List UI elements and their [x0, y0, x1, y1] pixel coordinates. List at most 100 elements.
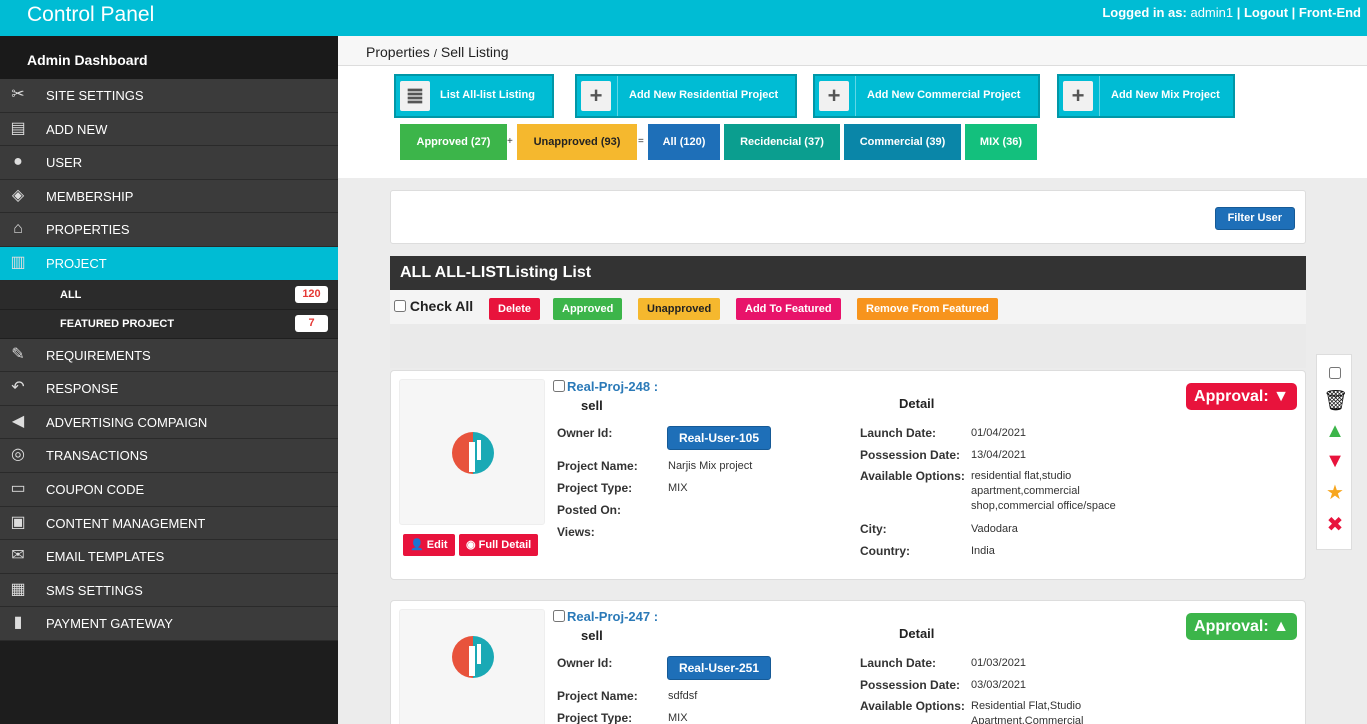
available-options-label: Available Options:	[860, 469, 965, 483]
project-thumbnail[interactable]	[399, 379, 545, 525]
sidebar-item-project[interactable]: ▥ PROJECT	[0, 246, 338, 281]
sidebar-item-user[interactable]: ● USER	[0, 146, 338, 180]
sidebar-item-label: USER	[46, 155, 83, 171]
check-all[interactable]: Check All	[394, 298, 473, 314]
filter-panel: Filter User	[390, 190, 1306, 244]
sidebar-subitem-all[interactable]: ALL 120	[0, 280, 338, 310]
project-type-label: Project Type:	[557, 481, 633, 495]
add-commercial-button[interactable]: + Add New Commercial Project	[813, 74, 1040, 118]
breadcrumb-parent[interactable]: Properties	[366, 44, 430, 60]
button-divider	[855, 76, 856, 116]
available-options-line2: Apartment,Commercial	[971, 715, 1084, 724]
logout-link[interactable]: Logout	[1244, 5, 1288, 20]
stat-equals: =	[638, 136, 644, 147]
toolbar-area: ≣ List All-list Listing + Add New Reside…	[338, 66, 1367, 178]
sidebar-item-site-settings[interactable]: ✂ SITE SETTINGS	[0, 79, 338, 113]
add-commercial-label: Add New Commercial Project	[867, 89, 1021, 101]
launch-date-label: Launch Date:	[860, 656, 937, 670]
count-badge: 120	[295, 285, 328, 303]
sidebar-item-transactions[interactable]: ◎ TRANSACTIONS	[0, 439, 338, 473]
edit-label: Edit	[426, 539, 448, 551]
sidebar-item-response[interactable]: ↶ RESPONSE	[0, 372, 338, 406]
available-options-line1: residential flat,studio	[971, 470, 1072, 482]
thumbs-down-icon[interactable]: ▼	[1323, 449, 1347, 473]
delete-button[interactable]: Delete	[489, 298, 541, 320]
sidebar-item-label: TRANSACTIONS	[46, 448, 148, 464]
owner-button[interactable]: Real-User-251	[667, 656, 771, 680]
approval-label: Approval:	[1194, 618, 1269, 635]
owner-id-label: Owner Id:	[557, 656, 613, 670]
add-residential-button[interactable]: + Add New Residential Project	[575, 74, 797, 118]
sidebar-item-label: MEMBERSHIP	[46, 188, 134, 204]
sidebar-item-label: PROPERTIES	[46, 222, 130, 238]
select-checkbox[interactable]	[1323, 361, 1347, 385]
project-id[interactable]: Real-Proj-248 :	[553, 379, 658, 394]
sidebar-item-content-management[interactable]: ▣ CONTENT MANAGEMENT	[0, 506, 338, 541]
sidebar-item-requirements[interactable]: ✎ REQUIREMENTS	[0, 338, 338, 373]
country-label: Country:	[860, 544, 910, 558]
project-thumbnail[interactable]	[399, 609, 545, 724]
sidebar-item-add-new[interactable]: ▤ ADD NEW	[0, 112, 338, 147]
owner-id-label: Owner Id:	[557, 426, 613, 440]
select-checkbox-input[interactable]	[1329, 367, 1341, 379]
plus-icon: +	[1063, 81, 1093, 111]
button-divider	[1099, 76, 1100, 116]
available-options-line1: Residential Flat,Studio	[971, 700, 1082, 712]
project-id[interactable]: Real-Proj-247 :	[553, 609, 658, 624]
approval-status-badge[interactable]: Approval: ▼	[1186, 383, 1297, 410]
stat-approved[interactable]: Approved (27)	[400, 124, 507, 160]
approval-status-badge[interactable]: Approval: ▲	[1186, 613, 1297, 640]
sidebar-item-properties[interactable]: ⌂ PROPERTIES	[0, 213, 338, 247]
stat-residential[interactable]: Recidencial (37)	[724, 124, 840, 160]
list-title: ALL ALL-LISTListing List	[390, 256, 1306, 290]
sidebar-item-coupon-code[interactable]: ▭ COUPON CODE	[0, 472, 338, 507]
stat-all[interactable]: All (120)	[648, 124, 720, 160]
plus-icon: +	[581, 81, 611, 111]
sidebar-item-membership[interactable]: ◈ MEMBERSHIP	[0, 179, 338, 214]
unapprove-button[interactable]: Unapproved	[638, 298, 721, 320]
add-doc-icon: ▤	[10, 119, 26, 137]
sidebar-item-payment-gateway[interactable]: ▮ PAYMENT GATEWAY	[0, 607, 338, 641]
list-all-button[interactable]: ≣ List All-list Listing	[394, 74, 554, 118]
sidebar-subitem-featured-project[interactable]: FEATURED PROJECT 7	[0, 309, 338, 339]
full-detail-button[interactable]: ◉ Full Detail	[459, 534, 539, 556]
thumbs-up-icon[interactable]: ▲	[1323, 419, 1347, 443]
check-all-checkbox[interactable]	[394, 300, 406, 312]
detail-heading: Detail	[899, 626, 935, 641]
breadcrumb-bar: Properties / Sell Listing	[338, 36, 1367, 66]
remove-featured-icon[interactable]: ✖	[1323, 513, 1347, 537]
breadcrumb-current: Sell Listing	[440, 44, 509, 60]
project-name-value: Narjis Mix project	[668, 460, 753, 472]
sidebar-item-advertising[interactable]: ◀ ADVERTISING COMPAIGN	[0, 405, 338, 440]
approve-button[interactable]: Approved	[553, 298, 623, 320]
remove-featured-button[interactable]: Remove From Featured	[857, 298, 998, 320]
edit-button[interactable]: 👤 Edit	[403, 534, 455, 556]
stat-mix[interactable]: MIX (36)	[965, 124, 1037, 160]
sidebar-item-label: PROJECT	[46, 255, 107, 271]
possession-date-value: 13/04/2021	[971, 449, 1027, 461]
stat-commercial[interactable]: Commercial (39)	[844, 124, 961, 160]
add-mix-button[interactable]: + Add New Mix Project	[1057, 74, 1235, 118]
gateway-icon: ▮	[13, 614, 23, 632]
sidebar-item-sms-settings[interactable]: ▦ SMS SETTINGS	[0, 573, 338, 608]
main-content: Properties / Sell Listing ≣ List All-list …	[338, 36, 1367, 724]
frontend-link[interactable]: Front-End	[1299, 5, 1361, 20]
reply-icon: ↶	[11, 379, 25, 397]
star-icon[interactable]: ★	[1323, 481, 1347, 505]
sidebar-item-email-templates[interactable]: ✉ EMAIL TEMPLATES	[0, 540, 338, 574]
row-checkbox[interactable]	[553, 380, 565, 392]
coupon-icon: ▭	[10, 479, 26, 497]
row-checkbox[interactable]	[553, 610, 565, 622]
filter-user-button[interactable]: Filter User	[1214, 207, 1295, 230]
project-type-label: Project Type:	[557, 711, 633, 724]
views-label: Views:	[557, 525, 595, 539]
add-featured-button[interactable]: Add To Featured	[736, 298, 841, 320]
stat-unapproved[interactable]: Unapproved (93)	[517, 124, 637, 160]
project-type-value: MIX	[668, 712, 688, 724]
trash-icon[interactable]: 🗑	[1323, 389, 1348, 413]
stat-plus: +	[507, 136, 513, 147]
owner-button[interactable]: Real-User-105	[667, 426, 771, 450]
approval-label: Approval:	[1194, 388, 1269, 405]
sidebar-item-label: CONTENT MANAGEMENT	[46, 515, 206, 531]
button-divider	[617, 76, 618, 116]
